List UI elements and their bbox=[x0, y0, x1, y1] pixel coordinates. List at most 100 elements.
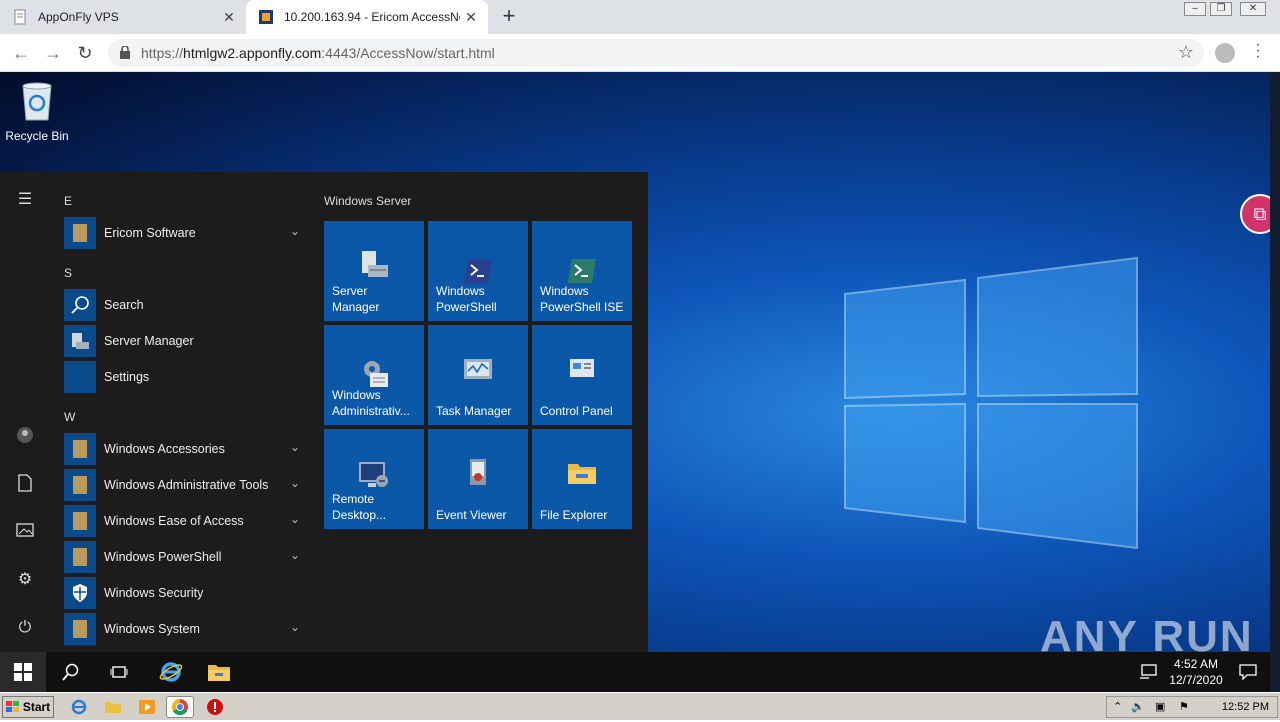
url-path: :4443/AccessNow/start.html bbox=[321, 45, 495, 61]
folder-quicklaunch-icon[interactable] bbox=[104, 698, 122, 716]
task-view-icon[interactable] bbox=[96, 652, 142, 692]
internet-explorer-icon[interactable] bbox=[148, 652, 194, 692]
power-icon[interactable]: ⏻ bbox=[15, 618, 35, 638]
server-manager-icon bbox=[362, 251, 388, 277]
clock-time: 4:52 AM bbox=[1173, 657, 1219, 671]
close-icon[interactable]: ✕ bbox=[218, 9, 240, 26]
folder-icon bbox=[64, 433, 96, 465]
network-tray-icon[interactable]: ▣ bbox=[1155, 700, 1165, 713]
app-settings[interactable]: Settings bbox=[64, 360, 304, 394]
tile-event-viewer[interactable]: Event Viewer bbox=[428, 429, 528, 529]
tile-windows-powershell[interactable]: Windows PowerShell bbox=[428, 221, 528, 321]
profile-avatar[interactable] bbox=[1215, 43, 1235, 63]
app-label: Server Manager bbox=[104, 334, 194, 348]
stop-red-icon[interactable] bbox=[206, 698, 224, 716]
start-menu: ☰ ⚙ ⏻ E Ericom Software ⌄ S Search Server… bbox=[0, 172, 648, 652]
url-host: htmlgw2.apponfly.com bbox=[183, 45, 322, 61]
vertical-scrollbar[interactable] bbox=[1270, 72, 1280, 692]
host-start-button[interactable]: Start bbox=[2, 696, 54, 718]
tile-remote-desktop[interactable]: Remote Desktop... bbox=[324, 429, 424, 529]
control-panel-icon bbox=[570, 359, 594, 377]
tab-apponfly[interactable]: AppOnFly VPS ✕ bbox=[0, 0, 246, 34]
lock-icon bbox=[120, 46, 130, 59]
recycle-bin-desktop-icon[interactable]: Recycle Bin bbox=[4, 80, 70, 143]
settings-icon bbox=[64, 361, 96, 393]
event-viewer-icon bbox=[470, 459, 486, 485]
group-letter-e[interactable]: E bbox=[64, 194, 72, 208]
tile-windows-administrative-tools[interactable]: Windows Administrativ... bbox=[324, 325, 424, 425]
tab-title: AppOnFly VPS bbox=[38, 10, 119, 24]
remote-desktop[interactable]: Recycle Bin ⧉ ☰ ⚙ ⏻ E Ericom Software ⌄ S… bbox=[0, 72, 1280, 692]
chrome-taskbar-button[interactable] bbox=[166, 696, 194, 718]
app-windows-administrative-tools[interactable]: Windows Administrative Tools ⌄ bbox=[64, 468, 304, 502]
action-center-icon[interactable] bbox=[1228, 652, 1268, 692]
app-label: Settings bbox=[104, 370, 150, 384]
restore-button[interactable]: ❐ bbox=[1210, 2, 1232, 16]
hamburger-menu-icon[interactable]: ☰ bbox=[15, 190, 35, 210]
task-manager-icon bbox=[464, 359, 492, 379]
url-scheme: https:// bbox=[141, 45, 184, 61]
volume-icon[interactable]: 🔈 bbox=[1131, 700, 1145, 713]
windows-logo-light bbox=[844, 256, 1138, 550]
tile-label: Server Manager bbox=[332, 284, 380, 314]
app-windows-security[interactable]: Windows Security bbox=[64, 576, 304, 610]
windows-taskbar: 4:52 AM 12/7/2020 bbox=[0, 652, 1280, 692]
app-label: Windows Ease of Access bbox=[104, 514, 244, 528]
settings-gear-icon[interactable]: ⚙ bbox=[15, 570, 35, 590]
tile-label: Remote Desktop... bbox=[332, 492, 387, 522]
minimize-button[interactable]: ‒ bbox=[1184, 2, 1206, 16]
browser-menu-icon[interactable]: · · · bbox=[1252, 37, 1264, 65]
windows-start-button[interactable] bbox=[0, 652, 46, 692]
start-label: Start bbox=[22, 700, 51, 714]
bookmark-star-icon[interactable]: ☆ bbox=[1178, 42, 1194, 63]
tile-task-manager[interactable]: Task Manager bbox=[428, 325, 528, 425]
media-player-icon[interactable] bbox=[138, 698, 156, 716]
app-ericom-software[interactable]: Ericom Software ⌄ bbox=[64, 216, 304, 250]
folder-icon bbox=[64, 505, 96, 537]
folder-icon bbox=[64, 541, 96, 573]
forward-button[interactable]: → bbox=[42, 42, 64, 64]
back-button[interactable]: ← bbox=[10, 42, 32, 64]
tiles-group-title: Windows Server bbox=[324, 194, 412, 208]
app-server-manager[interactable]: Server Manager bbox=[64, 324, 304, 358]
tile-server-manager[interactable]: Server Manager bbox=[324, 221, 424, 321]
chevron-down-icon: ⌄ bbox=[289, 620, 300, 634]
tile-windows-powershell-ise[interactable]: Windows PowerShell ISE bbox=[532, 221, 632, 321]
pictures-icon[interactable] bbox=[15, 522, 35, 542]
app-search[interactable]: Search bbox=[64, 288, 304, 322]
host-clock[interactable]: 12:52 PM bbox=[1222, 701, 1269, 713]
address-bar[interactable]: https://htmlgw2.apponfly.com:4443/Access… bbox=[108, 39, 1204, 67]
documents-icon[interactable] bbox=[15, 474, 35, 494]
folder-icon bbox=[64, 217, 96, 249]
close-window-button[interactable]: ✕ bbox=[1240, 2, 1266, 16]
clock-date: 12/7/2020 bbox=[1169, 673, 1223, 687]
tile-file-explorer[interactable]: File Explorer bbox=[532, 429, 632, 529]
reload-button[interactable]: ↻ bbox=[74, 42, 96, 64]
app-label: Windows Administrative Tools bbox=[104, 478, 269, 492]
app-windows-accessories[interactable]: Windows Accessories ⌄ bbox=[64, 432, 304, 466]
tab-accessnow[interactable]: 10.200.163.94 - Ericom AccessNow ( ✕ bbox=[246, 0, 488, 34]
tile-label: File Explorer bbox=[540, 508, 608, 522]
ie-quicklaunch-icon[interactable] bbox=[70, 698, 88, 716]
tray-expand-icon[interactable]: ⌃ bbox=[1113, 700, 1122, 713]
new-tab-button[interactable]: + bbox=[498, 5, 520, 29]
group-letter-s[interactable]: S bbox=[64, 266, 72, 280]
close-icon[interactable]: ✕ bbox=[460, 9, 482, 26]
ericom-icon bbox=[259, 10, 273, 24]
tile-control-panel[interactable]: Control Panel bbox=[532, 325, 632, 425]
network-icon[interactable] bbox=[1128, 652, 1168, 692]
tile-label: Task Manager bbox=[436, 404, 512, 418]
start-menu-rail: ☰ ⚙ ⏻ bbox=[0, 172, 50, 652]
chevron-down-icon: ⌄ bbox=[289, 548, 300, 562]
group-letter-w[interactable]: W bbox=[64, 410, 75, 424]
taskbar-search-icon[interactable] bbox=[48, 652, 94, 692]
app-windows-powershell[interactable]: Windows PowerShell ⌄ bbox=[64, 540, 304, 574]
user-account-icon[interactable] bbox=[15, 426, 35, 446]
taskbar-clock[interactable]: 4:52 AM 12/7/2020 bbox=[1164, 656, 1228, 688]
flag-icon[interactable]: ⚑ bbox=[1179, 700, 1189, 713]
file-explorer-taskbar-icon[interactable] bbox=[196, 652, 242, 692]
app-windows-system[interactable]: Windows System ⌄ bbox=[64, 612, 304, 646]
app-windows-ease-of-access[interactable]: Windows Ease of Access ⌄ bbox=[64, 504, 304, 538]
windows-flag-icon bbox=[5, 701, 19, 712]
page-icon bbox=[14, 9, 26, 25]
